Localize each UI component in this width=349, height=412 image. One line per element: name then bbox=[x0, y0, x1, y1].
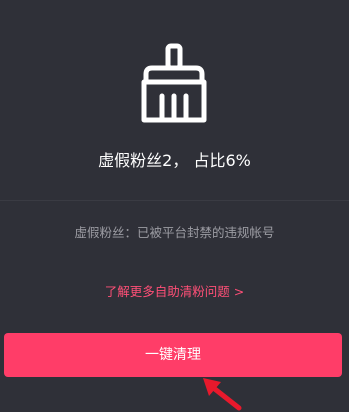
broom-icon bbox=[128, 38, 220, 130]
chevron-right-icon: > bbox=[233, 284, 245, 299]
help-link[interactable]: 了解更多自助清粉问题 > bbox=[0, 281, 349, 303]
help-link-label: 了解更多自助清粉问题 bbox=[104, 284, 230, 299]
one-click-clean-button[interactable]: 一键清理 bbox=[4, 333, 342, 377]
divider bbox=[0, 200, 349, 201]
fake-followers-summary: 虚假粉丝2， 占比6% bbox=[98, 151, 251, 170]
fake-followers-definition: 虚假粉丝：已被平台封禁的违规帐号 bbox=[74, 225, 275, 240]
fake-followers-screen: 虚假粉丝2， 占比6% 虚假粉丝：已被平台封禁的违规帐号 了解更多自助清粉问题 >… bbox=[0, 0, 349, 412]
red-arrow-icon bbox=[195, 374, 245, 412]
